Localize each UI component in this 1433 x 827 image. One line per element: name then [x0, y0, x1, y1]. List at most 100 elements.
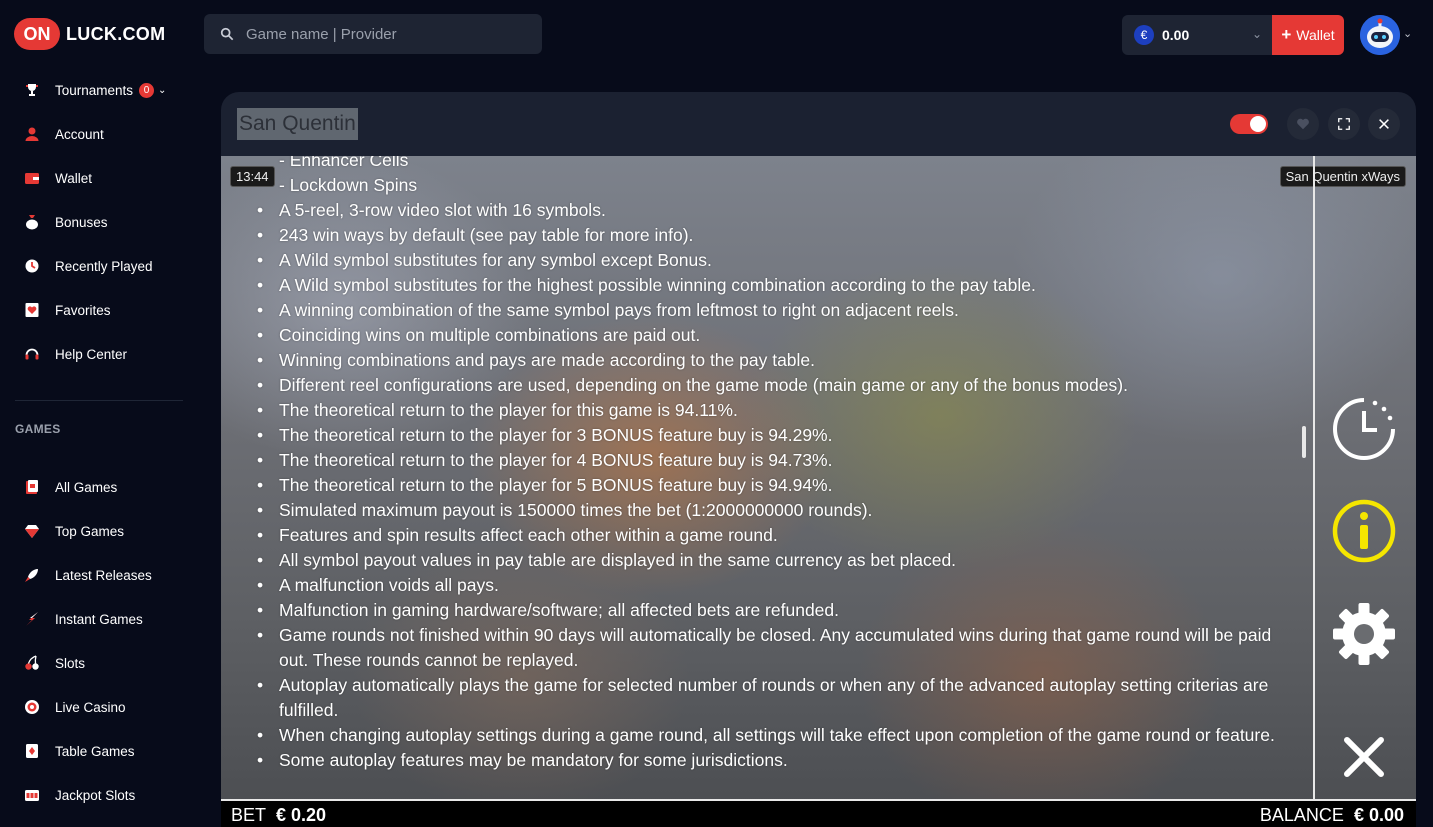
- playing-card-icon: [24, 743, 40, 759]
- sidebar-item-label: Bonuses: [55, 214, 108, 230]
- slot-machine-icon: [24, 787, 40, 803]
- sidebar-item-favorites[interactable]: Favorites: [24, 298, 111, 322]
- heart-card-icon: [24, 302, 40, 318]
- avatar[interactable]: [1360, 15, 1400, 55]
- sidebar-item-label: Favorites: [55, 302, 111, 318]
- rule-item: The theoretical return to the player for…: [257, 398, 1279, 423]
- euro-icon: €: [1134, 25, 1154, 45]
- sidebar-item-wallet[interactable]: Wallet: [24, 166, 92, 190]
- rules-sub-item: - Enhancer Cells: [279, 156, 409, 170]
- sidebar-item-label: All Games: [55, 479, 118, 495]
- sidebar-item-label: Tournaments: [55, 82, 134, 98]
- sidebar-item-label: Live Casino: [55, 699, 126, 715]
- sidebar-item-label: Table Games: [55, 743, 135, 759]
- close-rules-icon[interactable]: [1331, 724, 1397, 790]
- rule-item: A winning combination of the same symbol…: [257, 298, 1279, 323]
- chevron-down-icon: ⌄: [1251, 27, 1262, 41]
- rule-item: Simulated maximum payout is 150000 times…: [257, 498, 1279, 523]
- sidebar-item-latest-releases[interactable]: Latest Releases: [24, 563, 152, 587]
- game-mode-toggle[interactable]: [1230, 114, 1268, 134]
- rule-item: Autoplay automatically plays the game fo…: [257, 673, 1279, 723]
- favorite-button[interactable]: [1287, 108, 1319, 140]
- game-panel: San Quentin - Enhancer Cells - Lockdown …: [221, 92, 1416, 827]
- sidebar-item-instant-games[interactable]: Instant Games: [24, 607, 143, 631]
- game-title: San Quentin: [237, 108, 358, 140]
- balance-dropdown[interactable]: € 0.00 ⌄: [1122, 15, 1272, 55]
- rule-item: Game rounds not finished within 90 days …: [257, 623, 1279, 673]
- heart-icon: [1297, 118, 1309, 130]
- lightning-icon: [24, 611, 40, 627]
- rules-scrollbar[interactable]: [1302, 426, 1306, 458]
- robot-avatar-icon: [1360, 15, 1400, 55]
- rule-item: Some autoplay features may be mandatory …: [257, 748, 1279, 773]
- cards-icon: [24, 479, 40, 495]
- game-name-tag: San Quentin xWays: [1279, 166, 1406, 187]
- rule-item: The theoretical return to the player for…: [257, 423, 1279, 448]
- logo-badge: ON: [14, 18, 60, 50]
- sidebar-item-jackpot-slots[interactable]: Jackpot Slots: [24, 783, 135, 807]
- wallet-button-label: Wallet: [1296, 27, 1335, 43]
- user-icon: [24, 126, 40, 142]
- rule-item: A Wild symbol substitutes for the highes…: [257, 273, 1279, 298]
- bet-label: BET: [231, 804, 267, 825]
- trophy-icon: [24, 82, 40, 98]
- chevron-down-icon[interactable]: ⌄: [158, 85, 166, 96]
- game-rules-text: - Enhancer Cells - Lockdown Spins A 5-re…: [257, 156, 1279, 773]
- panel-divider-line: [1313, 156, 1315, 799]
- rule-item: 243 win ways by default (see pay table f…: [257, 223, 1279, 248]
- sidebar-item-label: Account: [55, 126, 104, 142]
- sidebar-item-help-center[interactable]: Help Center: [24, 342, 127, 366]
- rule-item: A 5-reel, 3-row video slot with 16 symbo…: [257, 198, 1279, 223]
- rules-list: A 5-reel, 3-row video slot with 16 symbo…: [257, 198, 1279, 773]
- wallet-button[interactable]: + Wallet: [1272, 15, 1344, 55]
- rule-item: A Wild symbol substitutes for any symbol…: [257, 248, 1279, 273]
- logo-text: LUCK.COM: [66, 23, 166, 44]
- rule-item: Different reel configurations are used, …: [257, 373, 1279, 398]
- sidebar-item-top-games[interactable]: Top Games: [24, 519, 124, 543]
- search-input[interactable]: [244, 24, 518, 44]
- rule-item: The theoretical return to the player for…: [257, 473, 1279, 498]
- sidebar-item-all-games[interactable]: All Games: [24, 475, 117, 499]
- rule-item: When changing autoplay settings during a…: [257, 723, 1279, 748]
- fullscreen-button[interactable]: [1328, 108, 1360, 140]
- sidebar-item-live-casino[interactable]: Live Casino: [24, 695, 126, 719]
- headset-icon: [24, 346, 40, 362]
- search-icon: [220, 27, 234, 41]
- history-icon[interactable]: [1331, 396, 1397, 462]
- rule-item: Coinciding wins on multiple combinations…: [257, 323, 1279, 348]
- sidebar-item-label: Slots: [55, 655, 86, 671]
- rule-item: Winning combinations and pays are made a…: [257, 348, 1279, 373]
- settings-gear-icon[interactable]: [1331, 601, 1397, 667]
- sidebar-item-tournaments[interactable]: Tournaments 0 ⌄: [24, 78, 166, 102]
- tournaments-badge: 0: [139, 82, 155, 98]
- info-icon[interactable]: [1331, 498, 1397, 564]
- cherry-icon: [24, 655, 40, 671]
- balance-label: BALANCE: [1259, 804, 1344, 825]
- sidebar-item-bonuses[interactable]: Bonuses: [24, 210, 108, 234]
- balance-value: € 0.00: [1353, 804, 1404, 825]
- wallet-icon: [24, 170, 40, 186]
- game-status-bar: BET € 0.20 BALANCE € 0.00: [221, 799, 1416, 827]
- clock-icon: [24, 258, 40, 274]
- sidebar-divider: [15, 400, 183, 401]
- sidebar-item-label: Instant Games: [55, 611, 143, 627]
- sidebar-item-account[interactable]: Account: [24, 122, 104, 146]
- sidebar-item-recently-played[interactable]: Recently Played: [24, 254, 153, 278]
- plus-icon: +: [1281, 25, 1292, 44]
- balance-amount: 0.00: [1162, 27, 1190, 43]
- rule-item: All symbol payout values in pay table ar…: [257, 548, 1279, 573]
- sidebar-item-label: Help Center: [55, 346, 128, 362]
- game-iframe[interactable]: - Enhancer Cells - Lockdown Spins A 5-re…: [221, 156, 1416, 827]
- close-icon: [1379, 119, 1389, 129]
- chevron-down-icon[interactable]: ⌄: [1403, 27, 1412, 40]
- sidebar-item-slots[interactable]: Slots: [24, 651, 85, 675]
- rocket-icon: [24, 567, 40, 583]
- close-game-button[interactable]: [1368, 108, 1400, 140]
- toggle-knob: [1250, 116, 1266, 132]
- sidebar-item-table-games[interactable]: Table Games: [24, 739, 135, 763]
- search-bar[interactable]: [204, 14, 542, 54]
- sidebar-item-label: Jackpot Slots: [55, 787, 136, 803]
- site-logo[interactable]: ON LUCK.COM: [14, 18, 165, 50]
- sidebar-item-label: Top Games: [55, 523, 125, 539]
- bet-value: € 0.20: [276, 804, 327, 825]
